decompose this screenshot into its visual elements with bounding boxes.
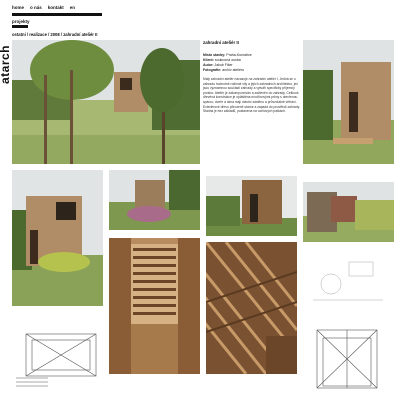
subnav-divider — [12, 25, 28, 28]
project-info: zahradní ateliér II Místo stavby: Praha-… — [203, 40, 300, 164]
main-photo[interactable] — [12, 40, 200, 164]
nav-contact[interactable]: kontakt — [48, 5, 64, 10]
drawing-section[interactable] — [303, 320, 394, 392]
interior-photo-image — [109, 238, 200, 374]
photo-wood-detail[interactable] — [206, 242, 297, 374]
site-drawing-image — [313, 261, 383, 301]
meta-photos: Fotografie: archiv ateliéru — [203, 68, 245, 72]
studio-side-image — [206, 176, 297, 236]
studio-photo-image — [303, 40, 394, 164]
photo-studio-side[interactable] — [206, 176, 297, 236]
project-meta: Místo stavby: Praha-Kunratice Klient: so… — [203, 53, 300, 73]
wood-detail-image — [206, 242, 297, 374]
photo-interior[interactable] — [109, 238, 200, 374]
breadcrumb[interactable]: ostatní / realizace / 2008 / zahradní at… — [12, 32, 97, 37]
photo-studio-right[interactable] — [303, 40, 394, 164]
photo-garden[interactable] — [109, 170, 200, 230]
section-drawing-image — [316, 329, 378, 389]
studio-front-image — [12, 170, 103, 306]
nav-about[interactable]: o nás — [30, 5, 42, 10]
drawing-plan[interactable] — [12, 318, 103, 390]
nav-lang-en[interactable]: en — [70, 5, 75, 10]
plan-drawing-image — [16, 333, 97, 387]
photo-studio-night[interactable] — [303, 182, 394, 242]
studio-night-image — [303, 182, 394, 242]
nav-projects[interactable]: projekty — [12, 19, 30, 24]
project-description: Malý zahradní ateliér navazuje na zahrad… — [203, 77, 300, 114]
photo-studio-front[interactable] — [12, 170, 103, 306]
nav-home[interactable]: home — [12, 5, 24, 10]
nav-divider — [12, 13, 102, 16]
drawing-site[interactable] — [303, 250, 394, 310]
project-title: zahradní ateliér II — [203, 40, 239, 45]
top-nav: home o nás kontakt en — [12, 5, 75, 10]
garden-photo-image — [109, 170, 200, 230]
main-photo-image — [12, 40, 200, 164]
